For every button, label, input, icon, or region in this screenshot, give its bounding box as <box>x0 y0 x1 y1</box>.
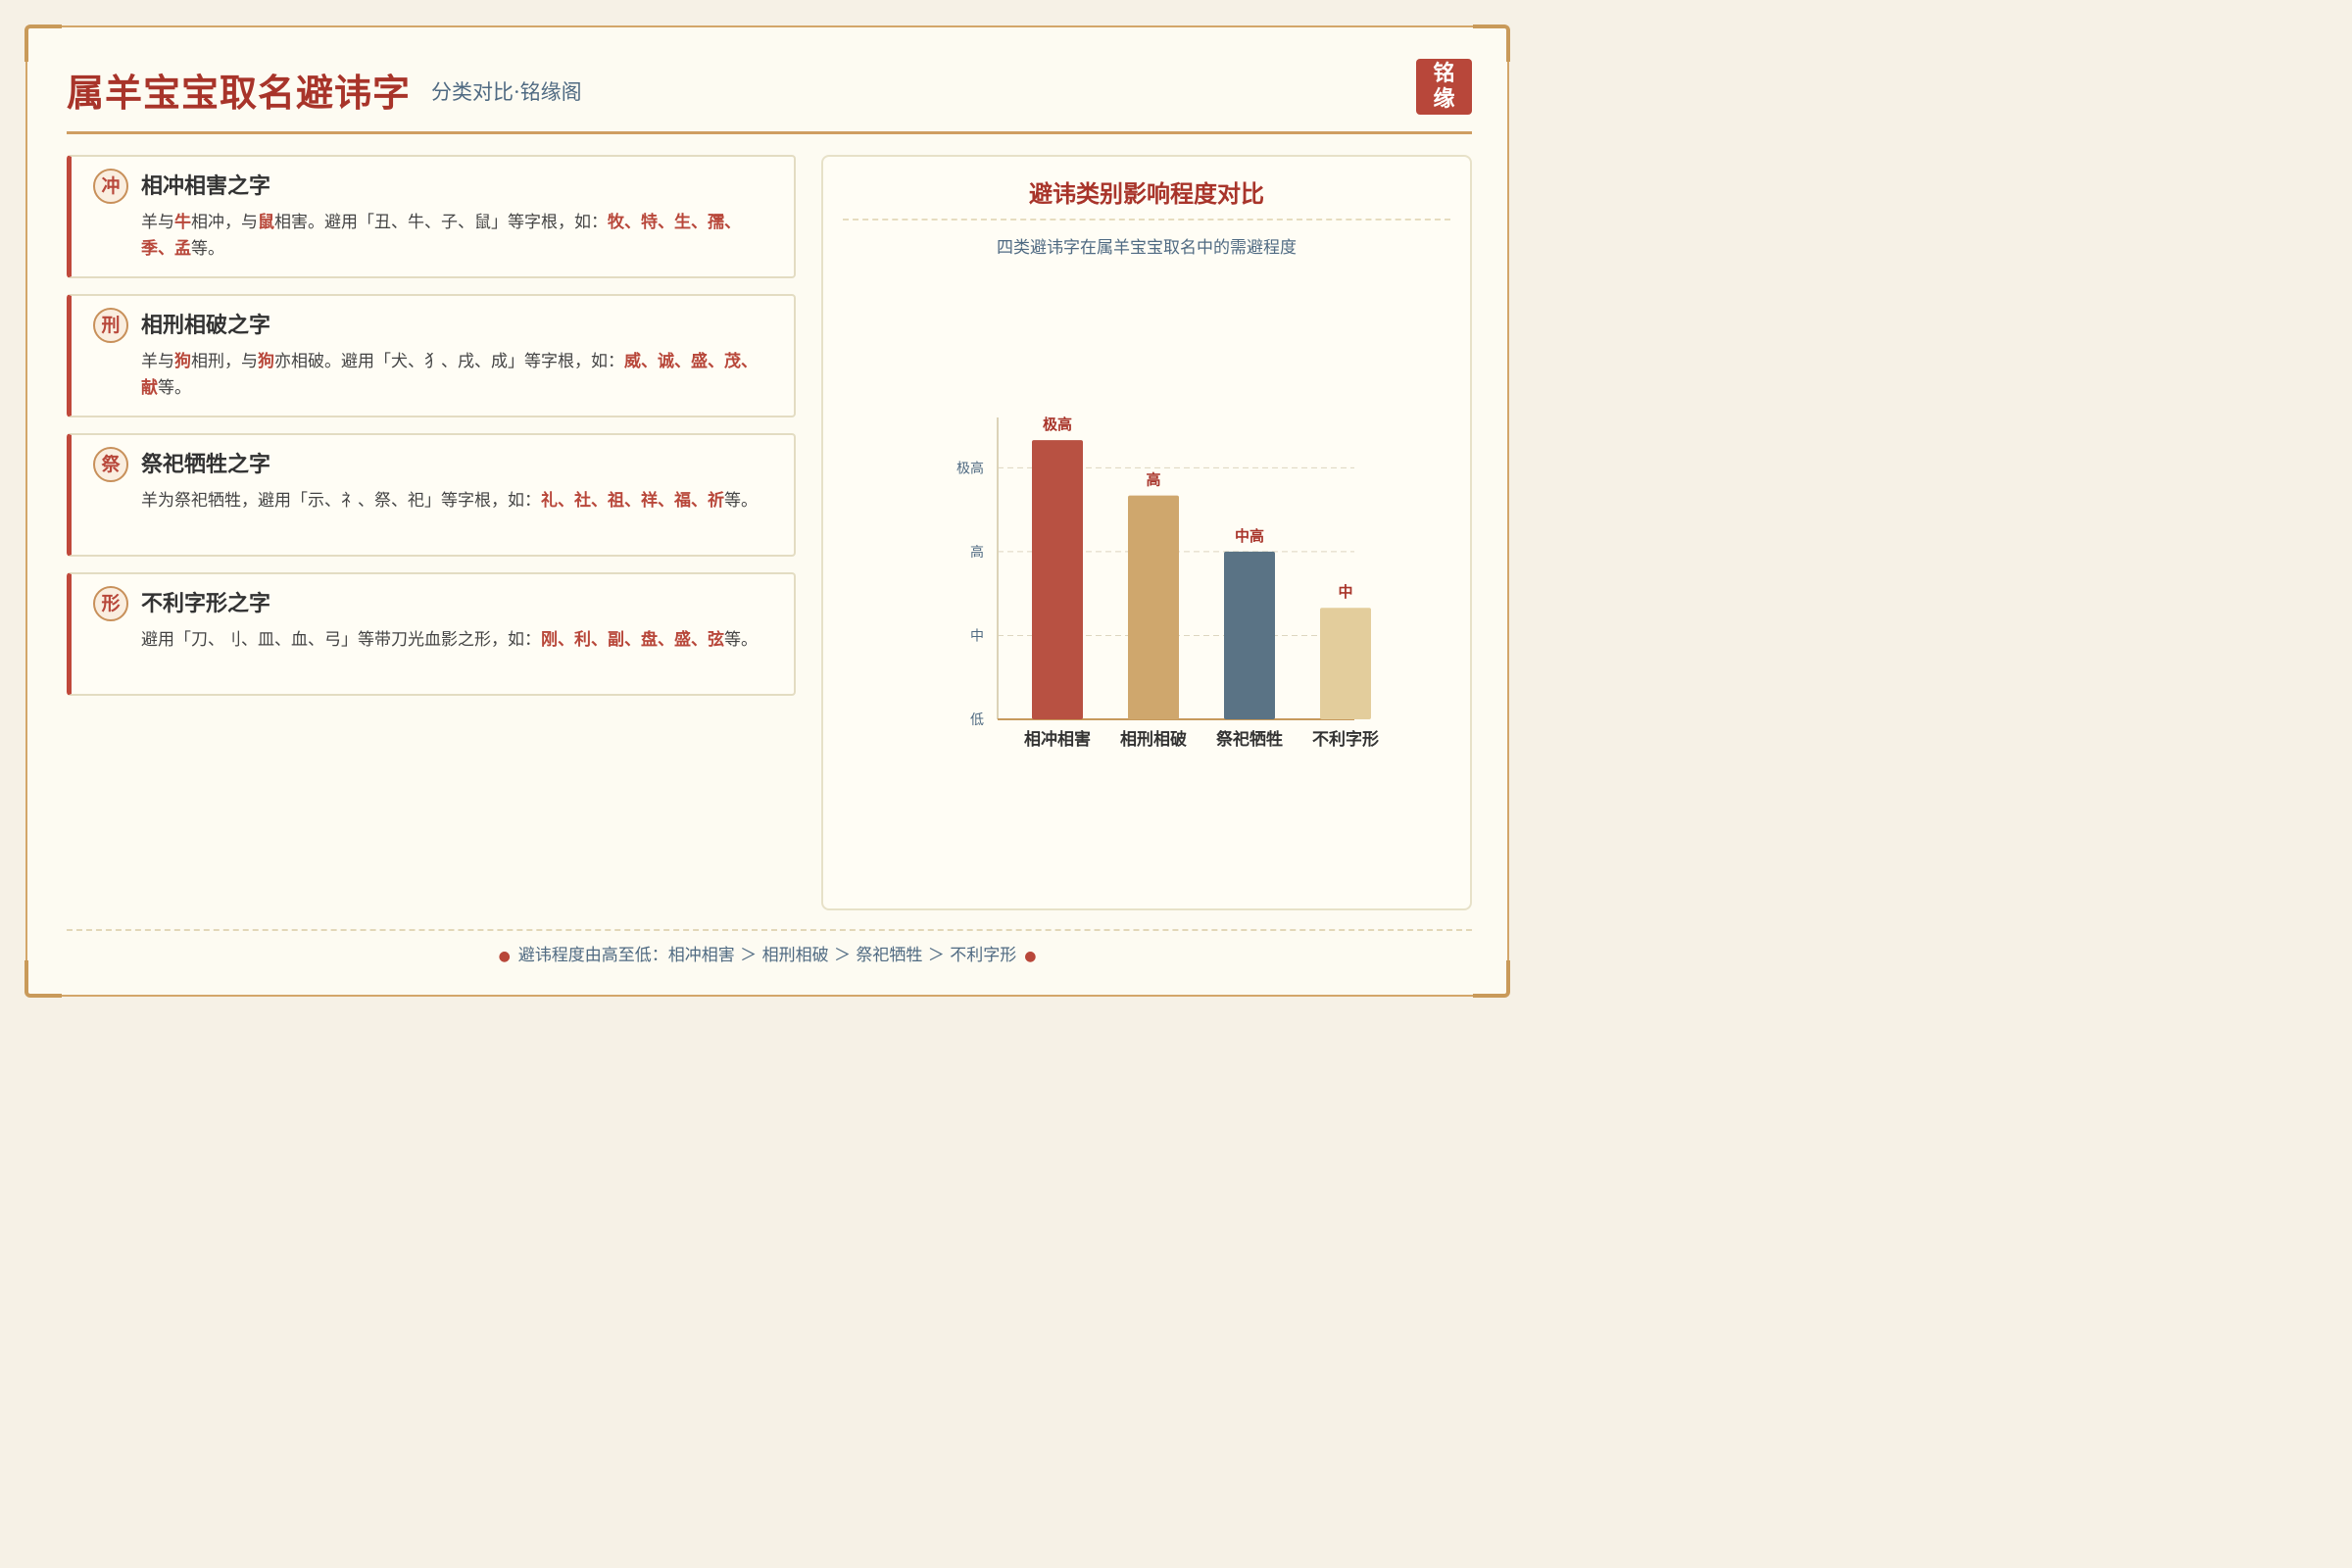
description-text: 等。 <box>158 378 191 398</box>
description-text: 亦相破。避用「犬、犭、戌、成」等字根，如： <box>274 352 624 371</box>
page-frame: 属羊宝宝取名避讳字 分类对比·铭缘阁 铭 缘 冲 相冲相害之字 羊与牛相冲，与鼠… <box>24 24 1510 998</box>
bar-chart: 低中高极高极高相冲相害高相刑相破中高祭祀牺牲中不利字形 <box>956 416 1379 750</box>
card-title: 相刑相破之字 <box>141 313 271 338</box>
card-badge: 形 <box>93 586 128 621</box>
highlighted-text: 牛 <box>174 213 191 232</box>
chart-panel: 避讳类别影响程度对比 四类避讳字在属羊宝宝取名中的需避程度 低中高极高 极高 相冲相… <box>821 155 1472 910</box>
bar-data-label: 高 <box>1146 471 1160 489</box>
description-text: 羊与 <box>141 352 174 371</box>
bar <box>1032 440 1083 719</box>
x-tick-label: 相冲相害 <box>1024 729 1091 750</box>
description-text: 等。 <box>724 491 758 511</box>
highlighted-text: 鼠 <box>258 213 274 232</box>
header: 属羊宝宝取名避讳字 分类对比·铭缘阁 铭 缘 <box>67 57 1472 134</box>
page-subtitle: 分类对比·铭缘阁 <box>431 80 582 104</box>
highlighted-text: 狗 <box>258 352 274 371</box>
frame-corner-bottom-left <box>24 960 62 998</box>
card-description: 羊与牛相冲，与鼠相害。避用「丑、牛、子、鼠」等字根，如：牧、特、生、孺、季、孟等… <box>141 210 768 263</box>
y-tick-label: 极高 <box>956 460 984 476</box>
y-tick-label: 高 <box>970 544 984 561</box>
description-text: 等。 <box>724 630 758 650</box>
description-text: 等。 <box>191 239 224 259</box>
description-text: 羊与 <box>141 213 174 232</box>
category-card-xing-shape: 形 不利字形之字 避用「刀、刂、皿、血、弓」等带刀光血影之形，如：刚、利、副、盘… <box>67 572 796 696</box>
card-badge: 祭 <box>93 447 128 482</box>
frame-corner-top-left <box>24 24 62 62</box>
footer-divider <box>67 929 1472 931</box>
bullet-icon: ● <box>1024 949 1037 964</box>
frame-corner-bottom-right <box>1473 960 1510 998</box>
card-title: 祭祀牺牲之字 <box>141 452 271 477</box>
highlighted-text: 狗 <box>174 352 191 371</box>
x-tick-label: 相刑相破 <box>1120 729 1187 750</box>
card-title: 相冲相害之字 <box>141 173 271 199</box>
bar <box>1224 551 1275 719</box>
bar-data-label: 极高 <box>1043 416 1072 433</box>
card-description: 避用「刀、刂、皿、血、弓」等带刀光血影之形，如：刚、利、副、盘、盛、弦等。 <box>141 627 768 654</box>
category-card-xing: 刑 相刑相破之字 羊与狗相刑，与狗亦相破。避用「犬、犭、戌、成」等字根，如：威、… <box>67 294 796 417</box>
bar <box>1128 495 1179 719</box>
x-tick-label: 祭祀牺牲 <box>1215 729 1283 750</box>
card-description: 羊与狗相刑，与狗亦相破。避用「犬、犭、戌、成」等字根，如：威、诚、盛、茂、献等。 <box>141 349 768 402</box>
description-text: 羊为祭祀牺牲，避用「示、礻、祭、祀」等字根，如： <box>141 491 541 511</box>
highlighted-text: 刚、利、副、盘、盛、弦 <box>541 630 724 650</box>
footer: ● 避讳程度由高至低：相冲相害 ＞ 相刑相破 ＞ 祭祀牺牲 ＞ 不利字形 ● <box>27 941 1507 965</box>
footer-text: 避讳程度由高至低：相冲相害 ＞ 相刑相破 ＞ 祭祀牺牲 ＞ 不利字形 <box>517 946 1017 965</box>
y-tick-label: 中 <box>970 628 984 644</box>
bar <box>1320 608 1371 719</box>
highlighted-text: 礼、社、祖、祥、福、祈 <box>541 491 724 511</box>
seal-char-2: 缘 <box>1433 86 1455 112</box>
category-card-chong: 冲 相冲相害之字 羊与牛相冲，与鼠相害。避用「丑、牛、子、鼠」等字根，如：牧、特… <box>67 155 796 278</box>
seal-logo: 铭 缘 <box>1416 59 1472 115</box>
card-description: 羊为祭祀牺牲，避用「示、礻、祭、祀」等字根，如：礼、社、祖、祥、福、祈等。 <box>141 488 768 514</box>
seal-char-1: 铭 <box>1433 61 1455 86</box>
page-title: 属羊宝宝取名避讳字 <box>67 71 412 115</box>
description-text: 相害。避用「丑、牛、子、鼠」等字根，如： <box>274 213 608 232</box>
bullet-icon: ● <box>498 949 511 964</box>
bar-data-label: 中高 <box>1235 527 1264 545</box>
x-tick-label: 不利字形 <box>1312 729 1379 750</box>
bar-data-label: 中 <box>1338 583 1352 601</box>
description-text: 相刑，与 <box>191 352 258 371</box>
category-cards: 冲 相冲相害之字 羊与牛相冲，与鼠相害。避用「丑、牛、子、鼠」等字根，如：牧、特… <box>67 155 796 711</box>
description-text: 相冲，与 <box>191 213 258 232</box>
category-card-ji: 祭 祭祀牺牲之字 羊为祭祀牺牲，避用「示、礻、祭、祀」等字根，如：礼、社、祖、祥… <box>67 433 796 557</box>
description-text: 避用「刀、刂、皿、血、弓」等带刀光血影之形，如： <box>141 630 541 650</box>
frame-corner-top-right <box>1473 24 1510 62</box>
card-badge: 冲 <box>93 169 128 204</box>
y-tick-label: 低 <box>970 712 984 728</box>
card-title: 不利字形之字 <box>141 591 271 616</box>
card-badge: 刑 <box>93 308 128 343</box>
